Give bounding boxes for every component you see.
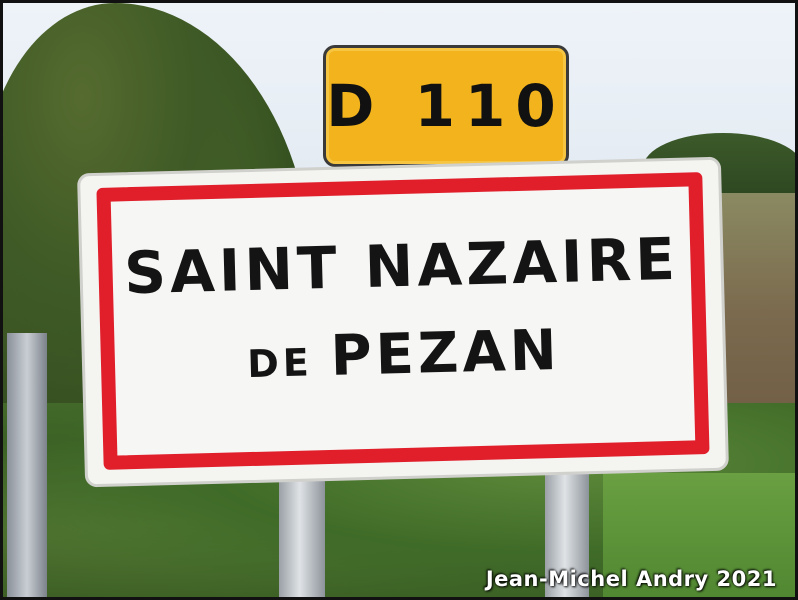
town-name-line2: DE PEZAN <box>114 314 694 394</box>
town-name-prefix: DE <box>246 340 314 387</box>
photo-scene: D 110 SAINT NAZAIRE DE PEZAN Jean-Michel … <box>3 3 795 597</box>
route-number-sign: D 110 <box>323 45 569 167</box>
photo-frame: D 110 SAINT NAZAIRE DE PEZAN Jean-Michel … <box>0 0 798 600</box>
town-sign-red-border: SAINT NAZAIRE DE PEZAN <box>96 172 710 470</box>
town-name-suffix: PEZAN <box>329 317 562 389</box>
town-name-line1: SAINT NAZAIRE <box>123 224 680 308</box>
guardrail-post <box>7 333 47 597</box>
photographer-credit: Jean-Michel Andry 2021 <box>485 567 777 591</box>
town-entry-sign: SAINT NAZAIRE DE PEZAN <box>77 156 729 488</box>
route-number-label: D 110 <box>326 72 566 140</box>
